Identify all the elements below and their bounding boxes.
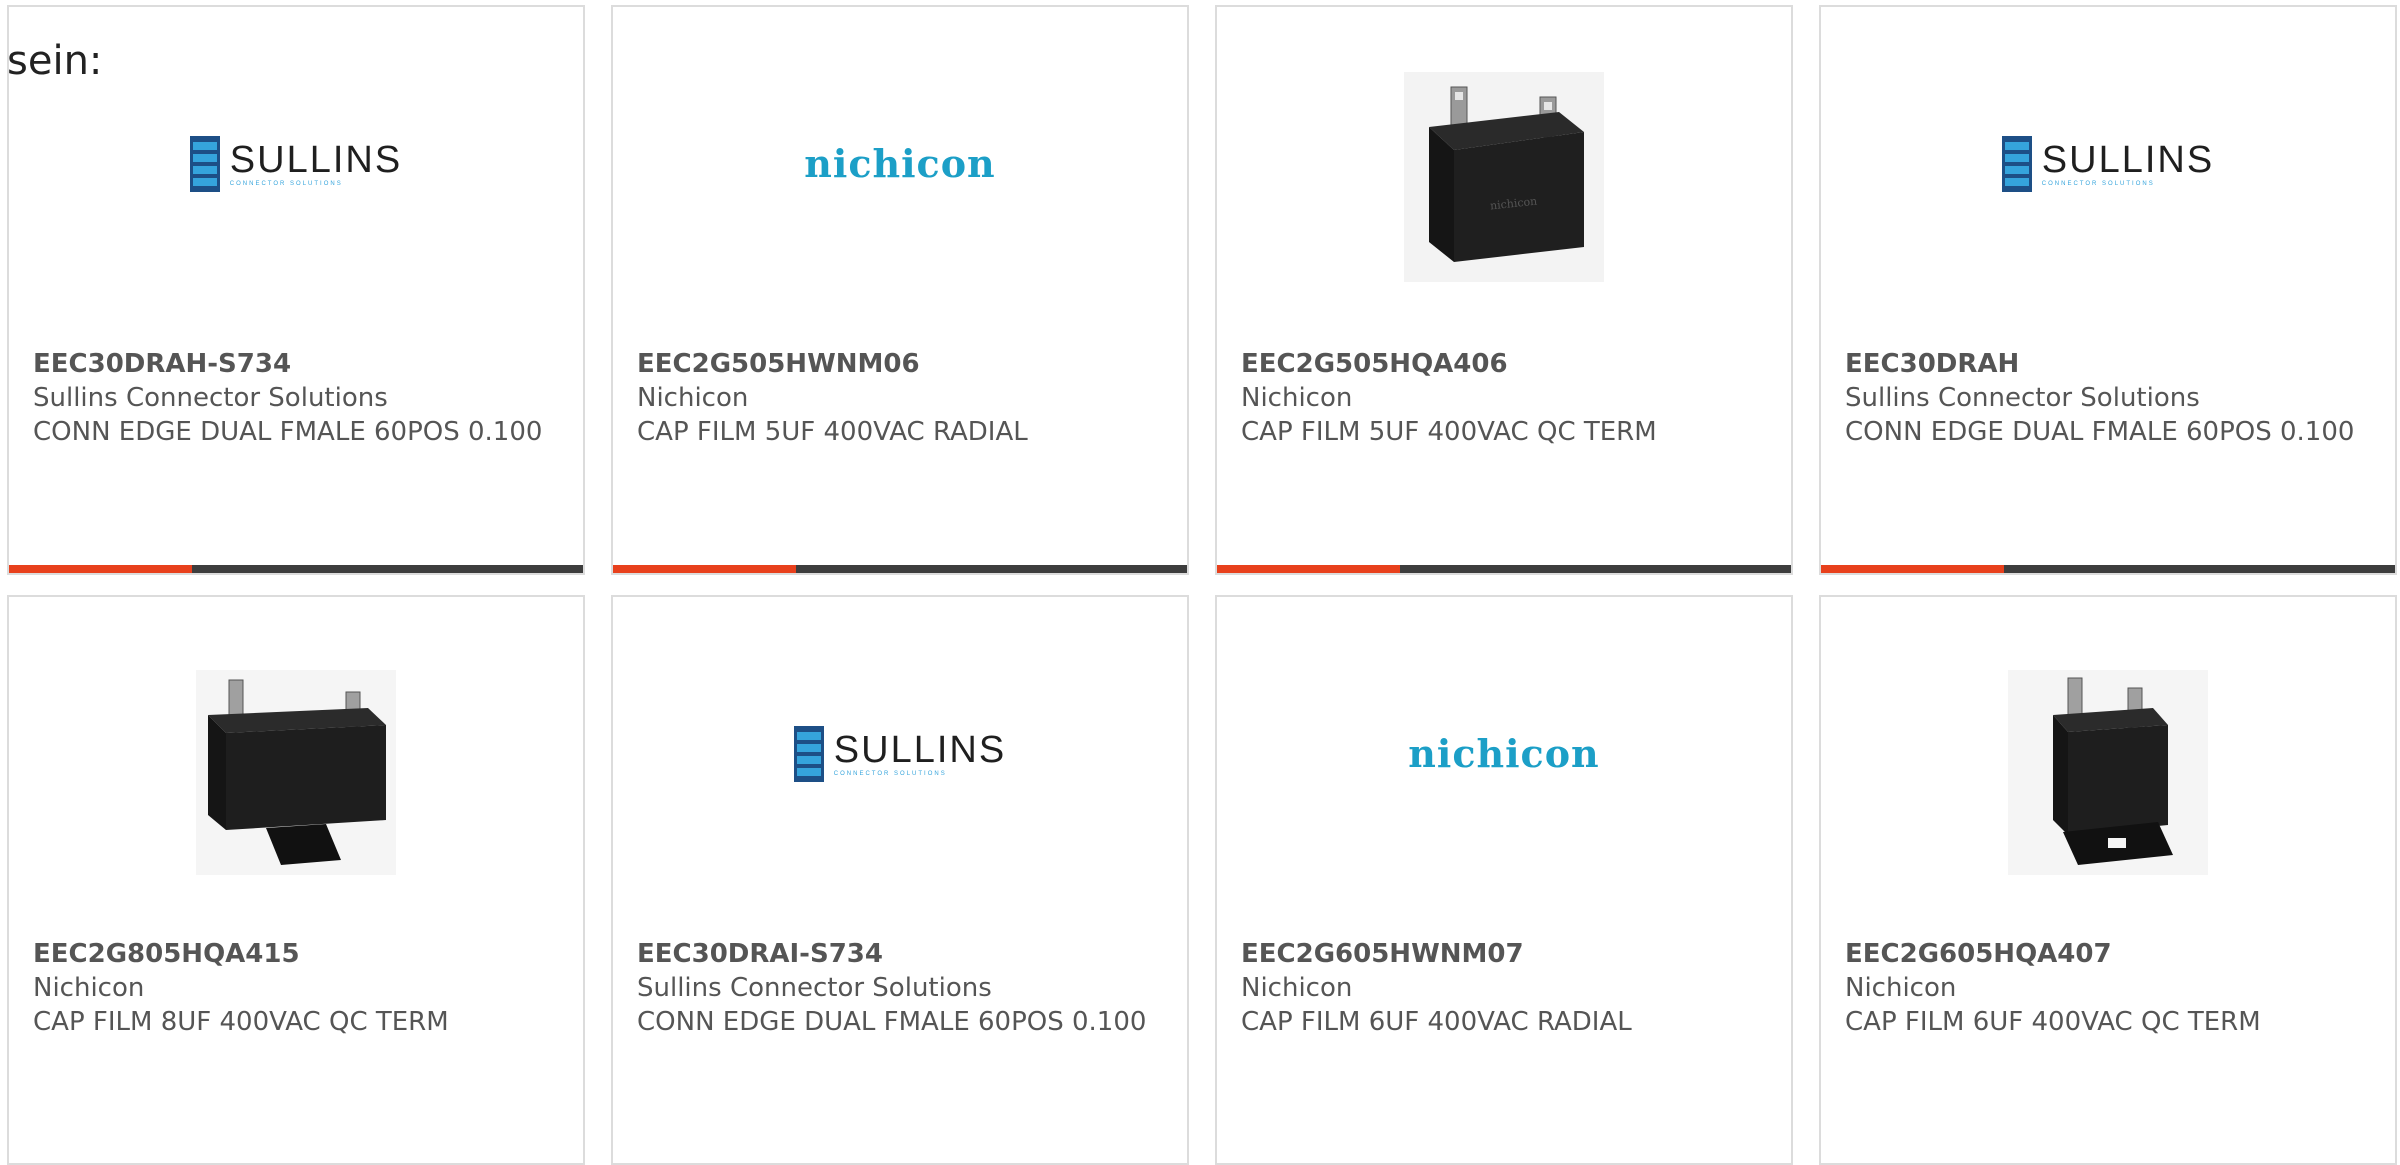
product-image: SULLINS CONNECTOR SOLUTIONS xyxy=(9,51,583,276)
part-number[interactable]: EEC30DRAI-S734 xyxy=(637,937,1163,971)
manufacturer: Nichicon xyxy=(637,383,749,413)
part-number[interactable]: EEC2G505HWNM06 xyxy=(637,347,1163,381)
sullins-logo: SULLINS CONNECTOR SOLUTIONS xyxy=(793,725,1007,782)
card-footer-bar xyxy=(9,565,583,573)
manufacturer: Nichicon xyxy=(1241,973,1353,1003)
manufacturer: Sullins Connector Solutions xyxy=(33,383,388,413)
product-card[interactable]: EEC2G605HQA407 Nichicon CAP FILM 6UF 400… xyxy=(1819,595,2397,1165)
description: CONN EDGE DUAL FMALE 60POS 0.100 xyxy=(1845,417,2355,447)
manufacturer: Nichicon xyxy=(33,973,145,1003)
product-image: SULLINS CONNECTOR SOLUTIONS xyxy=(613,641,1187,866)
card-footer-bar xyxy=(1217,565,1791,573)
capacitor-photo xyxy=(2008,669,2208,875)
capacitor-photo: nichicon xyxy=(1404,72,1604,282)
sullins-logo: SULLINS CONNECTOR SOLUTIONS xyxy=(2001,135,2215,192)
part-number[interactable]: EEC2G605HQA407 xyxy=(1845,937,2371,971)
description: CONN EDGE DUAL FMALE 60POS 0.100 xyxy=(33,417,543,447)
sullins-logo-mark xyxy=(189,135,220,192)
manufacturer: Nichicon xyxy=(1241,383,1353,413)
part-number[interactable]: EEC30DRAH xyxy=(1845,347,2371,381)
card-footer-bar xyxy=(1821,565,2395,573)
manufacturer: Sullins Connector Solutions xyxy=(637,973,992,1003)
manufacturer: Nichicon xyxy=(1845,973,1957,1003)
product-card[interactable]: nichicon EEC2G505HQA406 Nichicon CAP FIL… xyxy=(1215,5,1793,575)
description: CAP FILM 6UF 400VAC QC TERM xyxy=(1845,1007,2261,1037)
product-image: nichicon xyxy=(1217,641,1791,866)
sullins-logo-subtext: CONNECTOR SOLUTIONS xyxy=(229,180,343,187)
manufacturer: Sullins Connector Solutions xyxy=(1845,383,2200,413)
product-card[interactable]: nichicon EEC2G505HWNM06 Nichicon CAP FIL… xyxy=(611,5,1189,575)
nichicon-logo: nichicon xyxy=(804,141,996,186)
product-image: nichicon xyxy=(1217,67,1791,287)
product-image xyxy=(1821,667,2395,877)
description: CAP FILM 5UF 400VAC QC TERM xyxy=(1241,417,1657,447)
part-number[interactable]: EEC2G605HWNM07 xyxy=(1241,937,1767,971)
part-number[interactable]: EEC30DRAH-S734 xyxy=(33,347,559,381)
product-image: nichicon xyxy=(613,51,1187,276)
product-card[interactable]: SULLINS CONNECTOR SOLUTIONS EEC30DRAI-S7… xyxy=(611,595,1189,1165)
lead-text: sein: xyxy=(7,38,103,84)
description: CAP FILM 6UF 400VAC RADIAL xyxy=(1241,1007,1632,1037)
product-card[interactable]: EEC2G805HQA415 Nichicon CAP FILM 8UF 400… xyxy=(7,595,585,1165)
sullins-logo-text: SULLINS xyxy=(2041,138,2215,181)
sullins-logo-subtext: CONNECTOR SOLUTIONS xyxy=(833,770,947,777)
part-number[interactable]: EEC2G805HQA415 xyxy=(33,937,559,971)
product-image xyxy=(9,667,583,877)
sullins-logo: SULLINS CONNECTOR SOLUTIONS xyxy=(189,135,403,192)
product-card[interactable]: SULLINS CONNECTOR SOLUTIONS EEC30DRAH Su… xyxy=(1819,5,2397,575)
part-number[interactable]: EEC2G505HQA406 xyxy=(1241,347,1767,381)
sullins-logo-mark xyxy=(2001,135,2032,192)
card-accent-bar xyxy=(613,565,796,573)
capacitor-photo xyxy=(196,669,396,875)
description: CONN EDGE DUAL FMALE 60POS 0.100 xyxy=(637,1007,1147,1037)
product-card[interactable]: SULLINS CONNECTOR SOLUTIONS EEC30DRAH-S7… xyxy=(7,5,585,575)
card-accent-bar xyxy=(9,565,192,573)
description: CAP FILM 8UF 400VAC QC TERM xyxy=(33,1007,449,1037)
product-image: SULLINS CONNECTOR SOLUTIONS xyxy=(1821,51,2395,276)
card-accent-bar xyxy=(1821,565,2004,573)
card-accent-bar xyxy=(1217,565,1400,573)
nichicon-logo: nichicon xyxy=(1408,731,1600,776)
sullins-logo-mark xyxy=(793,725,824,782)
sullins-logo-text: SULLINS xyxy=(229,138,403,181)
sullins-logo-subtext: CONNECTOR SOLUTIONS xyxy=(2041,180,2155,187)
card-footer-bar xyxy=(613,565,1187,573)
description: CAP FILM 5UF 400VAC RADIAL xyxy=(637,417,1028,447)
product-card[interactable]: nichicon EEC2G605HWNM07 Nichicon CAP FIL… xyxy=(1215,595,1793,1165)
sullins-logo-text: SULLINS xyxy=(833,728,1007,771)
product-grid: SULLINS CONNECTOR SOLUTIONS EEC30DRAH-S7… xyxy=(0,0,2400,1165)
